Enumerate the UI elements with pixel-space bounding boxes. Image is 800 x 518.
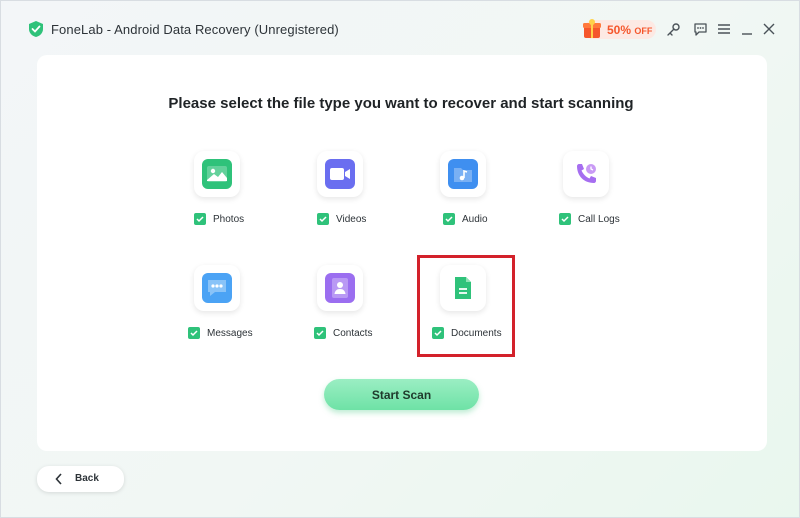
file-type-photos[interactable]: [194, 151, 240, 197]
messages-icon: [202, 273, 232, 303]
contacts-icon: [325, 273, 355, 303]
file-type-label: Videos: [336, 213, 367, 225]
checkbox-audio[interactable]: Audio: [443, 213, 488, 225]
checkmark-icon: [317, 213, 329, 225]
photos-icon: [202, 159, 232, 189]
close-icon[interactable]: [760, 20, 778, 38]
checkmark-icon: [314, 327, 326, 339]
file-type-label: Audio: [462, 213, 488, 225]
feedback-icon[interactable]: [691, 20, 709, 38]
file-type-label: Call Logs: [578, 213, 620, 225]
gift-icon: [583, 19, 601, 38]
file-type-label: Contacts: [333, 327, 373, 339]
file-type-call-logs[interactable]: [563, 151, 609, 197]
file-type-messages[interactable]: [194, 265, 240, 311]
file-type-audio[interactable]: [440, 151, 486, 197]
checkmark-icon: [188, 327, 200, 339]
checkbox-photos[interactable]: Photos: [194, 213, 244, 225]
fonelab-logo-icon: [29, 21, 43, 37]
menu-icon[interactable]: [715, 20, 733, 38]
audio-icon: [448, 159, 478, 189]
checkbox-messages[interactable]: Messages: [188, 327, 253, 339]
chevron-left-icon: [55, 473, 62, 485]
discount-suffix: OFF: [634, 26, 653, 36]
call-logs-icon: [571, 159, 601, 189]
file-type-label: Photos: [213, 213, 245, 225]
window-title: FoneLab - Android Data Recovery (Unregis…: [51, 22, 339, 37]
checkbox-videos[interactable]: Videos: [317, 213, 366, 225]
file-type-contacts[interactable]: [317, 265, 363, 311]
videos-icon: [325, 159, 355, 189]
minimize-icon[interactable]: [738, 20, 756, 38]
checkbox-contacts[interactable]: Contacts: [314, 327, 372, 339]
file-type-label: Messages: [207, 327, 253, 339]
file-type-videos[interactable]: [317, 151, 363, 197]
page-heading: Please select the file type you want to …: [168, 95, 634, 112]
checkmark-icon: [194, 213, 206, 225]
title-bar: FoneLab - Android Data Recovery (Unregis…: [1, 1, 800, 45]
documents-highlight-box: [417, 255, 515, 357]
checkmark-icon: [559, 213, 571, 225]
checkmark-icon: [443, 213, 455, 225]
start-scan-button[interactable]: Start Scan: [324, 379, 479, 410]
key-icon[interactable]: [664, 20, 682, 38]
back-label: Back: [75, 473, 99, 484]
back-button[interactable]: Back: [37, 466, 124, 492]
discount-badge[interactable]: 50% OFF: [583, 19, 656, 39]
app-window: FoneLab - Android Data Recovery (Unregis…: [0, 0, 800, 518]
checkbox-call-logs[interactable]: Call Logs: [559, 213, 620, 225]
discount-value: 50%: [607, 23, 632, 37]
